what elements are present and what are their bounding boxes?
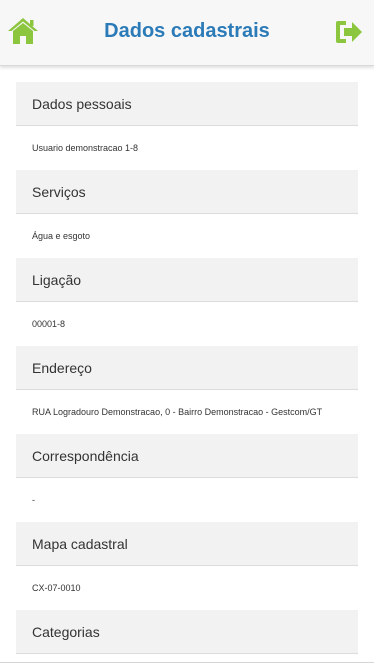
section-header-categories: Categorias	[16, 610, 358, 654]
section-header-cadastral-map: Mapa cadastral	[16, 522, 358, 566]
sign-out-icon	[336, 21, 362, 43]
logout-button[interactable]	[334, 18, 364, 46]
details-list: Dados pessoais Usuario demonstracao 1-8 …	[0, 66, 374, 654]
section-header-personal-data: Dados pessoais	[16, 82, 358, 126]
section-value-connection: 00001-8	[32, 319, 66, 329]
section-value-address: RUA Logradouro Demonstracao, 0 - Bairro …	[32, 407, 323, 417]
page-title: Dados cadastrais	[104, 20, 270, 42]
section-header-connection: Ligação	[16, 258, 358, 302]
section-value-services: Água e esgoto	[32, 231, 91, 241]
section-header-correspondence: Correspondência	[16, 434, 358, 478]
divider	[0, 662, 374, 663]
section-value-personal-data: Usuario demonstracao 1-8	[32, 143, 139, 153]
section-header-services: Serviços	[16, 170, 358, 214]
section-value-correspondence: -	[32, 495, 35, 505]
app-header: Dados cadastrais	[0, 0, 374, 66]
section-header-address: Endereço	[16, 346, 358, 390]
section-value-cadastral-map: CX-07-0010	[32, 583, 81, 593]
